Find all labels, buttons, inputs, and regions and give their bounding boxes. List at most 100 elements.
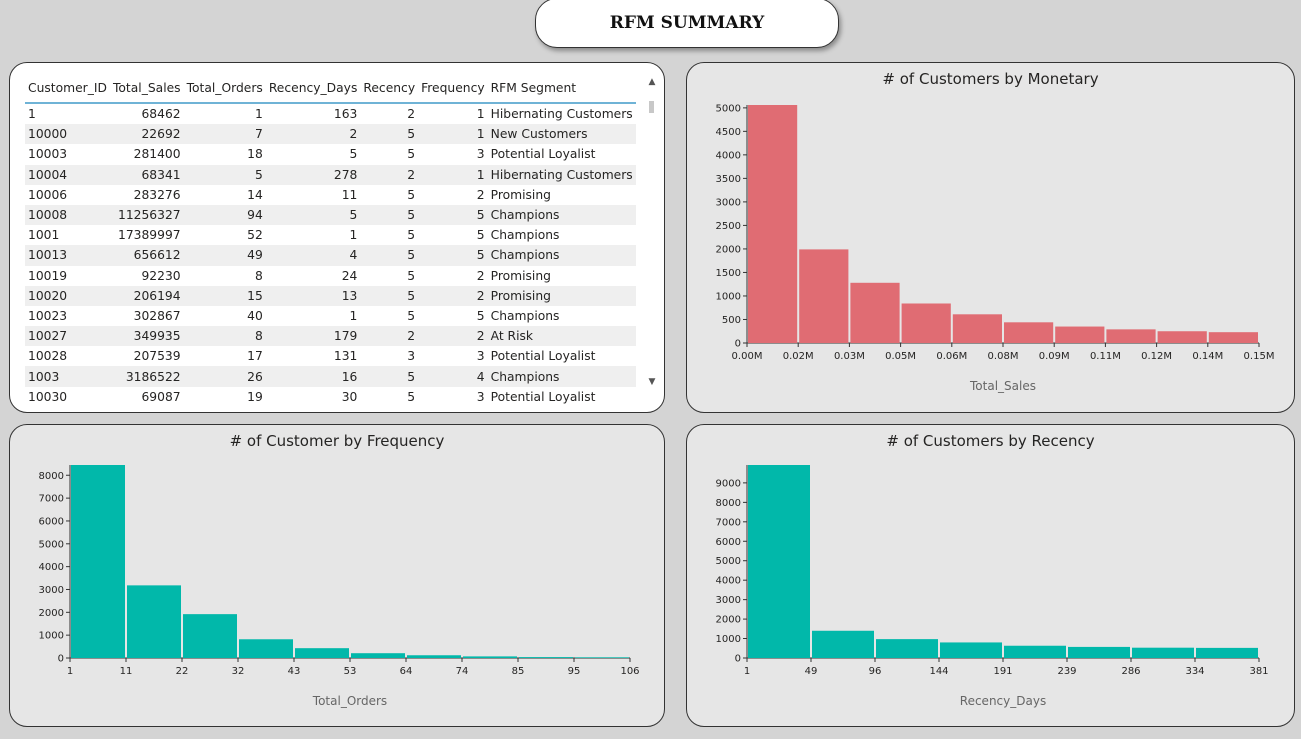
table-cell: Champions — [490, 308, 560, 323]
table-cell: 5 — [476, 228, 485, 243]
table-cell: 68341 — [109, 164, 184, 185]
table-row[interactable]: 10000 22692 7 2 5 1 New Customers — [25, 124, 636, 145]
monetary-x-tick-label: 0.06M — [936, 351, 967, 362]
monetary-bar — [901, 303, 951, 343]
frequency-bar — [183, 614, 237, 658]
frequency-x-tick-label: 106 — [620, 666, 639, 677]
frequency-y-tick-label: 4000 — [39, 562, 64, 573]
monetary-x-tick-label: 0.00M — [732, 351, 763, 362]
frequency-chart-panel: # of Customer by Frequency 0 1000 2000 3000… — [9, 424, 665, 727]
table-cell: 92230 — [141, 268, 181, 283]
column-header[interactable]: Total_Sales — [109, 73, 184, 104]
table-row[interactable]: 10004 68341 5 278 2 1 Hibernating Customers — [25, 164, 636, 185]
table-cell: Promising — [490, 187, 551, 202]
frequency-x-tick-label: 22 — [176, 666, 189, 677]
table-row[interactable]: 10003 281400 18 5 5 3 Potential Loyalist — [25, 144, 636, 164]
table-cell: 24 — [341, 268, 358, 283]
table-row[interactable]: 1003 3186522 26 16 5 4 Champions — [25, 366, 636, 387]
monetary-x-tick-label: 0.05M — [885, 351, 916, 362]
table-row[interactable]: 10019 92230 8 24 5 2 Promising — [25, 266, 636, 286]
monetary-bar — [1106, 329, 1156, 343]
scroll-down-icon[interactable]: ▼ — [647, 377, 657, 387]
frequency-bar — [127, 585, 181, 658]
table-cell: 5 — [360, 366, 419, 387]
table-cell: New Customers — [487, 124, 636, 145]
table-row[interactable]: 10006 283276 14 11 5 2 Promising — [25, 185, 636, 205]
recency-y-tick-label: 8000 — [716, 498, 741, 509]
table-cell: 14 — [247, 187, 263, 202]
table-row[interactable]: 10027 349935 8 179 2 2 At Risk — [25, 326, 636, 347]
table-cell: 3 — [476, 147, 485, 162]
monetary-y-tick-label: 0 — [735, 339, 741, 350]
table-cell: Potential Loyalist — [490, 349, 596, 364]
scroll-thumb[interactable] — [649, 101, 654, 113]
table-cell: 10003 — [28, 147, 68, 162]
table-cell: 10000 — [25, 124, 110, 145]
frequency-bar — [575, 657, 629, 658]
monetary-y-tick-label: 1500 — [716, 268, 741, 279]
frequency-y-tick-label: 1000 — [39, 631, 64, 642]
column-header[interactable]: Frequency — [418, 73, 488, 104]
table-cell: 5 — [360, 124, 419, 145]
table-cell: 1 — [418, 164, 488, 185]
table-cell: 69087 — [141, 389, 181, 404]
table-cell: 13 — [265, 285, 361, 306]
table-cell: 1003 — [25, 366, 110, 387]
table-row[interactable]: 10030 69087 19 30 5 3 Potential Loyalist — [25, 387, 636, 407]
frequency-bar — [71, 465, 125, 658]
frequency-bar — [351, 653, 405, 658]
table-row[interactable]: 10023 302867 40 1 5 5 Champions — [25, 306, 636, 326]
recency-x-tick-label: 334 — [1185, 666, 1204, 677]
recency-bar — [1004, 645, 1066, 658]
table-cell: 22692 — [109, 124, 184, 145]
table-row[interactable]: 10013 656612 49 4 5 5 Champions — [25, 245, 636, 266]
table-cell: 7 — [183, 124, 266, 145]
table-row[interactable]: 10020 206194 15 13 5 2 Promising — [25, 285, 636, 306]
table-cell: 2 — [360, 164, 419, 185]
recency-x-tick-label: 381 — [1249, 666, 1268, 677]
scroll-up-icon[interactable]: ▲ — [647, 77, 657, 87]
recency-bar — [748, 465, 810, 658]
table-cell: 2 — [360, 326, 419, 347]
column-header[interactable]: Recency_Days — [265, 73, 361, 104]
recency-x-tick-label: 49 — [805, 666, 818, 677]
table-cell: 5 — [476, 308, 485, 323]
table-cell: 281400 — [133, 147, 181, 162]
monetary-y-tick-label: 1000 — [716, 291, 741, 302]
table-cell: 10028 — [28, 349, 68, 364]
recency-y-tick-label: 1000 — [716, 634, 741, 645]
table-cell: 10019 — [28, 268, 68, 283]
table-cell: 163 — [333, 107, 358, 122]
table-row[interactable]: 10028 207539 17 131 3 3 Potential Loyalist — [25, 346, 636, 366]
table-row[interactable]: 1 68462 1 163 2 1 Hibernating Customers — [25, 103, 636, 124]
table-cell: 5 — [418, 245, 488, 266]
recency-x-tick-label: 286 — [1121, 666, 1140, 677]
table-cell: Promising — [490, 268, 551, 283]
table-row[interactable]: 1001 17389997 52 1 5 5 Champions — [25, 225, 636, 245]
table-cell: Champions — [490, 228, 560, 243]
table-row[interactable]: 10008 11256327 94 5 5 5 Champions — [25, 204, 636, 226]
table-scrollbar[interactable]: ▲ ▼ — [647, 77, 657, 403]
table-cell: 11256327 — [109, 204, 184, 226]
column-header[interactable]: Recency — [360, 73, 419, 104]
table-cell: 1 — [349, 308, 358, 323]
column-header[interactable]: Customer_ID — [25, 73, 110, 104]
table-cell: 131 — [333, 349, 358, 364]
column-header[interactable]: Total_Orders — [183, 73, 266, 104]
table-cell: 207539 — [133, 349, 181, 364]
table-cell: Promising — [487, 285, 636, 306]
table-cell: 26 — [183, 366, 266, 387]
table-cell: 2 — [407, 107, 416, 122]
rfm-table: Customer_ID Total_Sales Total_Orders Recenc… — [25, 73, 636, 407]
table-cell: 1001 — [28, 228, 60, 243]
table-cell: 5 — [183, 164, 266, 185]
table-cell: 8 — [183, 326, 266, 347]
table-cell: 10020 — [25, 285, 110, 306]
frequency-y-tick-label: 3000 — [39, 585, 64, 596]
table-cell: 349935 — [109, 326, 184, 347]
recency-bar — [1196, 647, 1258, 658]
frequency-histogram: 0100020003000400050006000700080001 11 22 32… — [39, 465, 640, 708]
frequency-y-tick-label: 6000 — [39, 516, 64, 527]
table-cell: 4 — [418, 366, 488, 387]
column-header[interactable]: RFM Segment — [487, 73, 636, 104]
